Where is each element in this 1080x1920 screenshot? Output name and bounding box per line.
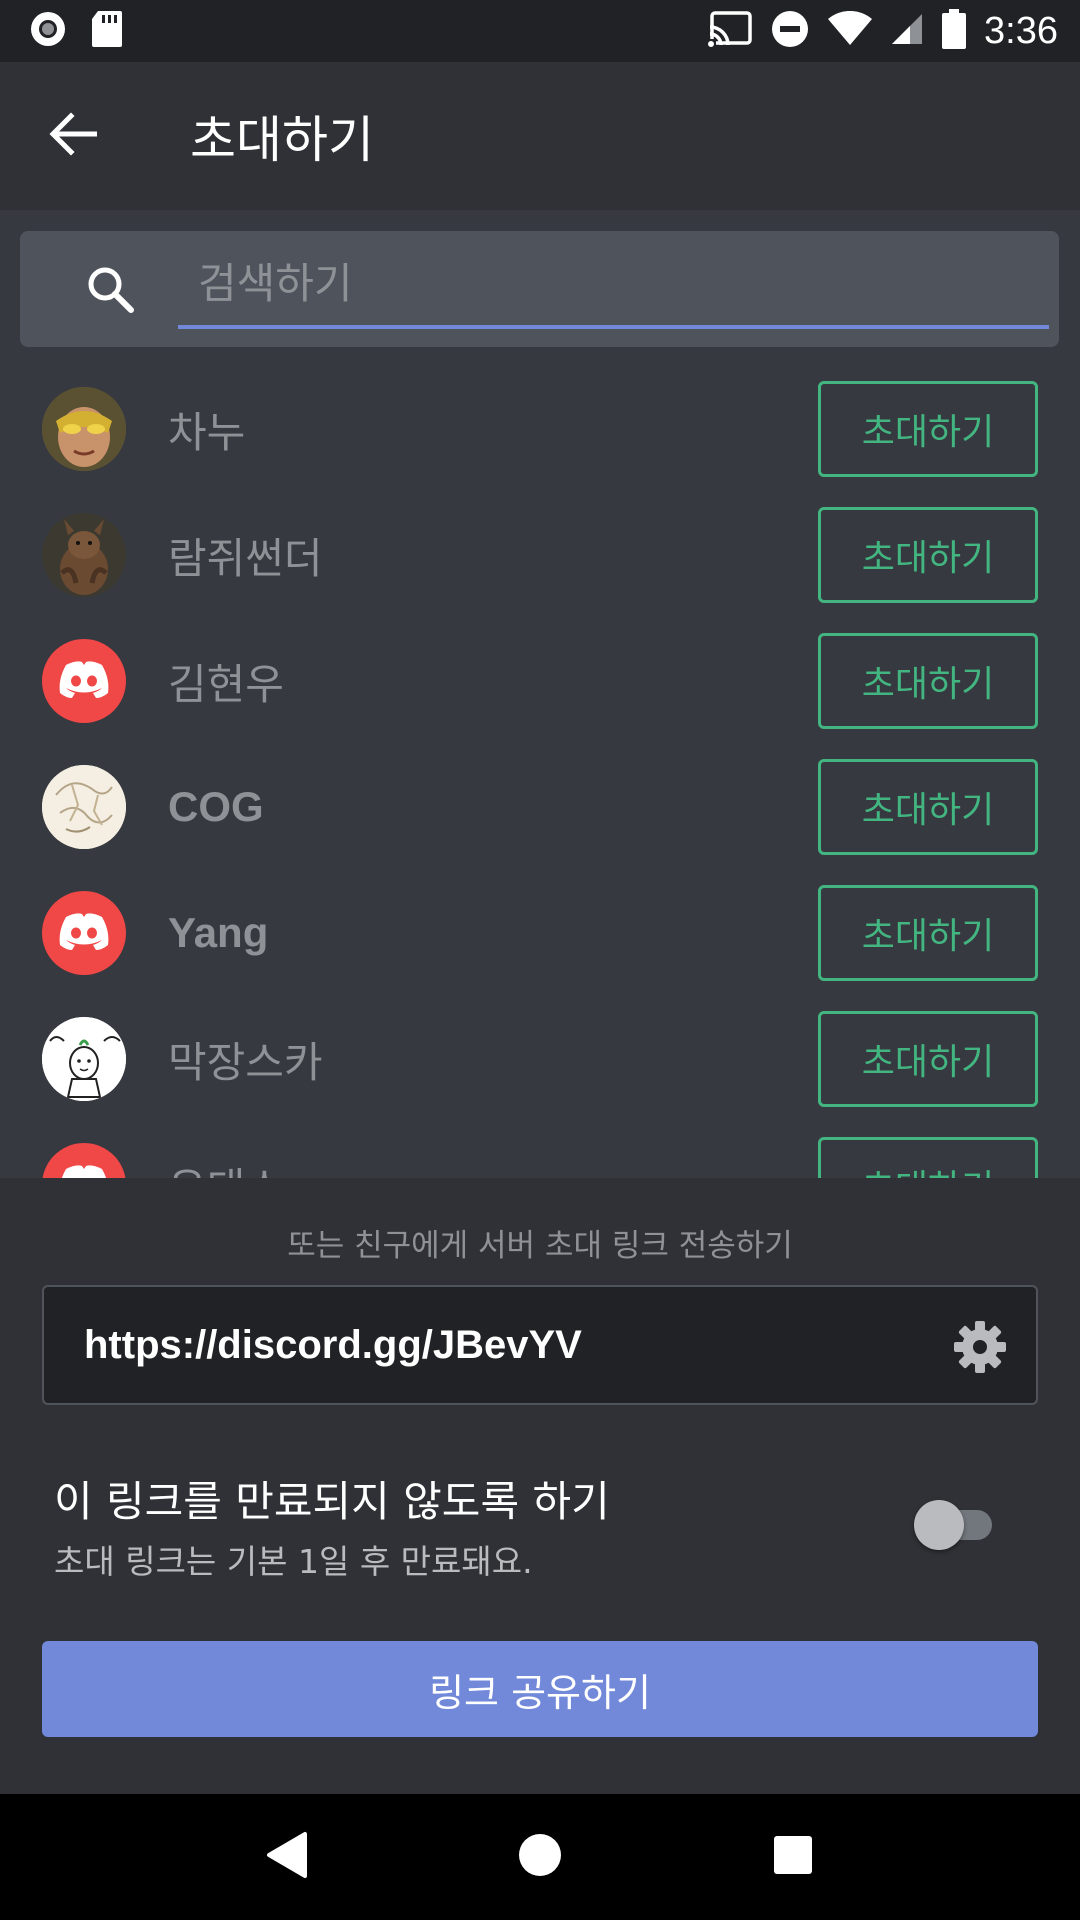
gear-icon[interactable] (950, 1317, 1010, 1377)
nav-recents-button[interactable] (748, 1812, 838, 1902)
search-icon (60, 231, 160, 347)
sd-card-icon (90, 9, 124, 53)
avatar (42, 513, 126, 597)
circle-home-icon (517, 1832, 563, 1882)
invite-button[interactable]: 초대하기 (818, 633, 1038, 729)
search-input[interactable] (178, 249, 1049, 329)
avatar (42, 1143, 126, 1178)
never-expire-description: 초대 링크는 기본 1일 후 만료돼요. (54, 1542, 533, 1581)
back-button[interactable] (0, 62, 150, 210)
discord-logo-icon (56, 911, 112, 955)
invite-link-panel: 또는 친구에게 서버 초대 링크 전송하기 https://discord.gg… (0, 1178, 1080, 1794)
friend-name: 막장스카 (168, 1037, 323, 1087)
battery-icon (942, 9, 967, 53)
status-bar: 3:36 (0, 0, 1080, 62)
triangle-back-icon (265, 1830, 309, 1884)
invite-button[interactable]: 초대하기 (818, 1011, 1038, 1107)
discord-logo-icon (56, 1163, 112, 1178)
invite-link-text[interactable]: https://discord.gg/JBevYV (84, 1323, 582, 1368)
friend-name: COG (168, 783, 264, 830)
never-expire-label: 이 링크를 만료되지 않도록 하기 (54, 1477, 610, 1526)
avatar (42, 1017, 126, 1101)
nav-home-button[interactable] (495, 1812, 585, 1902)
square-recents-icon (772, 1834, 814, 1880)
arrow-left-icon (49, 112, 98, 160)
friend-row: 막장스카 초대하기 (0, 996, 1080, 1122)
search-box (20, 231, 1059, 347)
invite-button[interactable]: 초대하기 (818, 1137, 1038, 1178)
clock: 3:36 (984, 9, 1058, 52)
nav-back-button[interactable] (242, 1812, 332, 1902)
avatar (42, 891, 126, 975)
friend-row: Yang 초대하기 (0, 870, 1080, 996)
friend-row: 차누 초대하기 (0, 366, 1080, 492)
system-nav-bar (0, 1794, 1080, 1920)
discord-logo-icon (56, 659, 112, 703)
friend-row: COG 초대하기 (0, 744, 1080, 870)
friend-name: 김현우 (168, 659, 284, 709)
signal-icon (890, 12, 924, 50)
invite-button[interactable]: 초대하기 (818, 507, 1038, 603)
invite-button[interactable]: 초대하기 (818, 381, 1038, 477)
friend-list[interactable]: 차누 초대하기 람쥐썬더 초대하기 김현우 초대하기 COG 초대하기 Yang (0, 366, 1080, 1178)
do-not-disturb-icon (770, 9, 810, 53)
friend-name: 람쥐썬더 (168, 533, 323, 583)
wifi-icon (828, 10, 873, 51)
cast-icon (708, 11, 752, 51)
page-title: 초대하기 (190, 111, 374, 169)
app-bar: 초대하기 (0, 62, 1080, 210)
invite-link-field[interactable]: https://discord.gg/JBevYV (42, 1285, 1038, 1405)
friend-row: 유태스 초대하기 (0, 1122, 1080, 1178)
never-expire-toggle[interactable] (914, 1498, 998, 1552)
avatar (42, 387, 126, 471)
friend-name: 유태스 (168, 1155, 284, 1179)
avatar (42, 639, 126, 723)
friend-row: 람쥐썬더 초대하기 (0, 492, 1080, 618)
share-link-button[interactable]: 링크 공유하기 (42, 1641, 1038, 1737)
invite-button[interactable]: 초대하기 (818, 759, 1038, 855)
friend-name: Yang (168, 909, 269, 956)
record-icon (28, 9, 68, 53)
friend-name: 차누 (168, 407, 246, 457)
toggle-knob (914, 1500, 964, 1550)
avatar (42, 765, 126, 849)
invite-button[interactable]: 초대하기 (818, 885, 1038, 981)
or-send-link-text: 또는 친구에게 서버 초대 링크 전송하기 (287, 1228, 793, 1264)
friend-row: 김현우 초대하기 (0, 618, 1080, 744)
